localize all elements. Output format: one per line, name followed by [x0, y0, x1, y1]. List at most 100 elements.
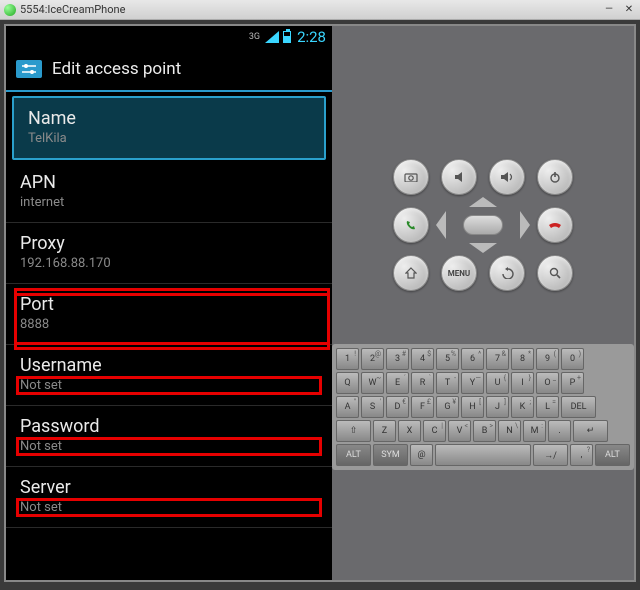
- key-C[interactable]: |C: [423, 420, 446, 442]
- key-Y[interactable]: —Y: [461, 372, 484, 394]
- dpad: [442, 205, 524, 245]
- window-close[interactable]: ✕: [622, 3, 636, 17]
- device-screen: 3G 2:28 Edit access point Name TelKila APN…: [6, 26, 332, 580]
- key-4[interactable]: $4: [411, 348, 434, 370]
- key-8[interactable]: *8: [511, 348, 534, 370]
- key-Z[interactable]: Z: [373, 420, 396, 442]
- apn-field-proxy[interactable]: Proxy 192.168.88.170: [6, 223, 332, 284]
- key-A[interactable]: "A: [336, 396, 359, 418]
- key-7[interactable]: &7: [486, 348, 509, 370]
- field-label: Port: [20, 294, 318, 315]
- apn-field-password[interactable]: Password Not set: [6, 406, 332, 467]
- key-B[interactable]: >B: [473, 420, 496, 442]
- dpad-up[interactable]: [469, 197, 497, 207]
- key-O[interactable]: _O: [536, 372, 559, 394]
- key-X[interactable]: X: [398, 420, 421, 442]
- emulator-controls-panel: MENU !1@2#3$4%5^6&7*8(9)0 Q~W´E`R-T—Y{U}I…: [332, 26, 634, 580]
- home-button[interactable]: [393, 255, 429, 291]
- power-button[interactable]: [537, 159, 573, 195]
- android-status-bar: 3G 2:28: [6, 26, 332, 48]
- call-button[interactable]: [393, 207, 429, 243]
- key-6[interactable]: ^6: [461, 348, 484, 370]
- page-header: Edit access point: [6, 48, 332, 92]
- signal-icon: [265, 31, 279, 43]
- field-label: APN: [20, 172, 318, 193]
- emulator-frame: 3G 2:28 Edit access point Name TelKila APN…: [4, 24, 636, 582]
- field-label: Password: [20, 416, 318, 437]
- key-0[interactable]: )0: [561, 348, 584, 370]
- key-@[interactable]: @: [410, 444, 433, 466]
- volume-down-button[interactable]: [441, 159, 477, 195]
- key-3[interactable]: #3: [386, 348, 409, 370]
- key-5[interactable]: %5: [436, 348, 459, 370]
- network-type-label: 3G: [249, 32, 260, 42]
- field-label: Username: [20, 355, 318, 376]
- apn-field-apn[interactable]: APN internet: [6, 162, 332, 223]
- key-W[interactable]: ~W: [361, 372, 384, 394]
- key-H[interactable]: [H: [461, 396, 484, 418]
- key-R[interactable]: `R: [411, 372, 434, 394]
- key-9[interactable]: (9: [536, 348, 559, 370]
- key-J[interactable]: ]J: [486, 396, 509, 418]
- key-↵[interactable]: ↵: [573, 420, 608, 442]
- page-title: Edit access point: [52, 59, 181, 79]
- key-U[interactable]: {U: [486, 372, 509, 394]
- end-call-button[interactable]: [537, 207, 573, 243]
- key-V[interactable]: <V: [448, 420, 471, 442]
- field-value: Not set: [20, 500, 318, 515]
- battery-icon: [283, 31, 291, 43]
- back-button[interactable]: [489, 255, 525, 291]
- apn-field-username[interactable]: Username Not set: [6, 345, 332, 406]
- key-,[interactable]: ?,: [570, 444, 593, 466]
- key-L[interactable]: =L: [536, 396, 559, 418]
- key-E[interactable]: ´E: [386, 372, 409, 394]
- field-value: 8888: [20, 317, 318, 332]
- camera-button[interactable]: [393, 159, 429, 195]
- key-⇧[interactable]: ⇧: [336, 420, 371, 442]
- key-P[interactable]: +P: [561, 372, 584, 394]
- key-1[interactable]: !1: [336, 348, 359, 370]
- key-G[interactable]: ¥G: [436, 396, 459, 418]
- field-value: Not set: [20, 439, 318, 454]
- key-T[interactable]: -T: [436, 372, 459, 394]
- key-I[interactable]: }I: [511, 372, 534, 394]
- window-minimize[interactable]: —: [602, 3, 616, 17]
- apn-field-server[interactable]: Server Not set: [6, 467, 332, 528]
- key-ALT[interactable]: ALT: [336, 444, 371, 466]
- field-value: internet: [20, 195, 318, 210]
- key-2[interactable]: @2: [361, 348, 384, 370]
- dpad-down[interactable]: [469, 243, 497, 253]
- field-value: 192.168.88.170: [20, 256, 318, 271]
- dpad-center[interactable]: [463, 215, 503, 235]
- key-DEL[interactable]: DEL: [561, 396, 596, 418]
- key-→/[interactable]: →/: [533, 444, 568, 466]
- field-value: Not set: [20, 378, 318, 393]
- key-S[interactable]: 'S: [361, 396, 384, 418]
- key-F[interactable]: £F: [411, 396, 434, 418]
- settings-icon: [16, 60, 42, 78]
- window-title: 5554:IceCreamPhone: [20, 3, 125, 16]
- dpad-right[interactable]: [520, 211, 530, 239]
- volume-up-button[interactable]: [489, 159, 525, 195]
- field-label: Proxy: [20, 233, 318, 254]
- field-label: Server: [20, 477, 318, 498]
- key-.[interactable]: .: [548, 420, 571, 442]
- menu-button[interactable]: MENU: [441, 255, 477, 291]
- key-space[interactable]: [435, 444, 531, 466]
- key-K[interactable]: ;K: [511, 396, 534, 418]
- field-label: Name: [28, 108, 310, 129]
- hardware-keyboard: !1@2#3$4%5^6&7*8(9)0 Q~W´E`R-T—Y{U}I_O+P "…: [332, 344, 634, 470]
- field-value: TelKila: [28, 131, 310, 146]
- dpad-left[interactable]: [436, 211, 446, 239]
- apn-field-port[interactable]: Port 8888: [6, 284, 332, 345]
- key-Q[interactable]: Q: [336, 372, 359, 394]
- clock-label: 2:28: [297, 28, 326, 46]
- search-button[interactable]: [537, 255, 573, 291]
- key-ALT[interactable]: ALT: [595, 444, 630, 466]
- key-SYM[interactable]: SYM: [373, 444, 408, 466]
- apn-settings-list[interactable]: Name TelKila APN internet Proxy 192.168.88.17…: [6, 92, 332, 580]
- key-D[interactable]: €D: [386, 396, 409, 418]
- key-M[interactable]: :M: [523, 420, 546, 442]
- apn-field-name[interactable]: Name TelKila: [12, 96, 326, 160]
- key-N[interactable]: \N: [498, 420, 521, 442]
